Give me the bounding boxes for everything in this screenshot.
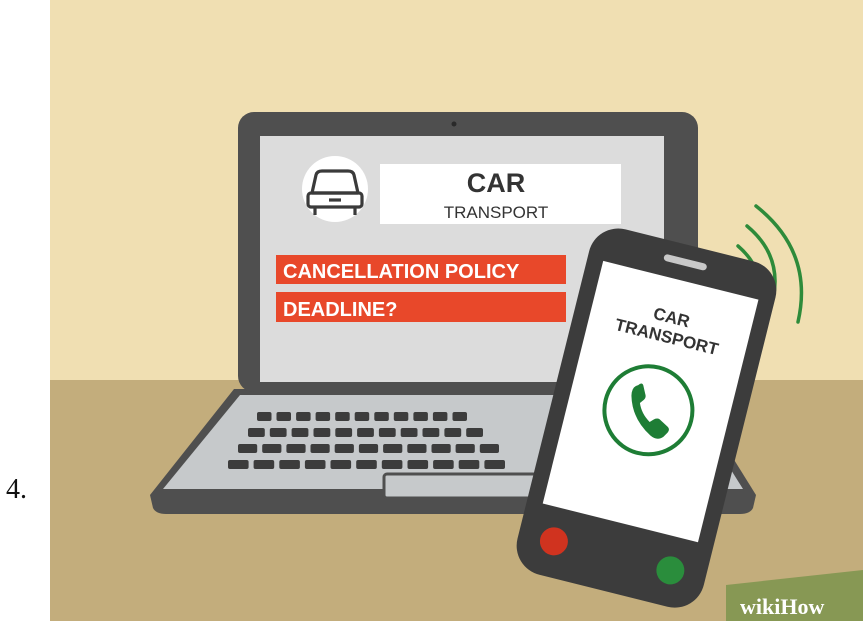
illustration: CAR TRANSPORT CANCELLATION POLICY DEADLI… bbox=[50, 0, 863, 621]
laptop-heading-line2: TRANSPORT bbox=[444, 203, 549, 222]
keyboard-key bbox=[432, 412, 448, 421]
keyboard-key bbox=[354, 412, 370, 421]
keyboard-key bbox=[433, 460, 454, 469]
keyboard-key bbox=[228, 460, 249, 469]
keyboard-key bbox=[484, 460, 505, 469]
keyboard-key bbox=[374, 412, 389, 421]
keyboard-key bbox=[444, 428, 462, 437]
illustration-canvas: CAR TRANSPORT CANCELLATION POLICY DEADLI… bbox=[50, 0, 863, 621]
keyboard-key bbox=[357, 428, 374, 437]
keyboard-key bbox=[253, 460, 275, 469]
keyboard-key bbox=[248, 428, 265, 437]
keyboard-key bbox=[335, 412, 350, 421]
keyboard-key bbox=[466, 428, 483, 437]
keyboard-key bbox=[304, 460, 326, 469]
keyboard-key bbox=[238, 444, 258, 453]
keyboard-key bbox=[257, 412, 272, 421]
keyboard-key bbox=[431, 444, 451, 453]
keyboard-key bbox=[330, 460, 352, 469]
keyboard-key bbox=[313, 428, 331, 437]
keyboard-key bbox=[455, 444, 475, 453]
laptop-heading-line1: CAR bbox=[467, 168, 526, 198]
keyboard-key bbox=[378, 428, 396, 437]
keyboard-key bbox=[393, 412, 409, 421]
keyboard-key bbox=[296, 412, 311, 421]
keyboard-key bbox=[286, 444, 306, 453]
keyboard-key bbox=[452, 412, 467, 421]
keyboard-key bbox=[262, 444, 282, 453]
keyboard-key bbox=[356, 460, 377, 469]
keyboard-key bbox=[310, 444, 330, 453]
keyboard-key bbox=[358, 444, 379, 453]
wikihow-logo: wikiHow bbox=[740, 594, 824, 619]
keyboard-key bbox=[458, 460, 480, 469]
keyboard-key bbox=[276, 412, 291, 421]
keyboard-key bbox=[279, 460, 300, 469]
keyboard-key bbox=[291, 428, 309, 437]
keyboard-key bbox=[383, 444, 403, 453]
keyboard-key bbox=[400, 428, 418, 437]
keyboard-key bbox=[335, 428, 353, 437]
webcam-dot bbox=[451, 121, 457, 127]
keyboard-key bbox=[479, 444, 499, 453]
keyboard-key bbox=[334, 444, 354, 453]
highlight-line2: DEADLINE? bbox=[283, 299, 397, 321]
step-number: 4. bbox=[6, 474, 27, 505]
keyboard-key bbox=[381, 460, 403, 469]
keyboard-key bbox=[315, 412, 331, 421]
keyboard-key bbox=[407, 460, 429, 469]
highlight-line1: CANCELLATION POLICY bbox=[283, 261, 520, 283]
keyboard-key bbox=[422, 428, 440, 437]
keyboard-key bbox=[269, 428, 287, 437]
keyboard-key bbox=[413, 412, 428, 421]
keyboard-key bbox=[407, 444, 427, 453]
